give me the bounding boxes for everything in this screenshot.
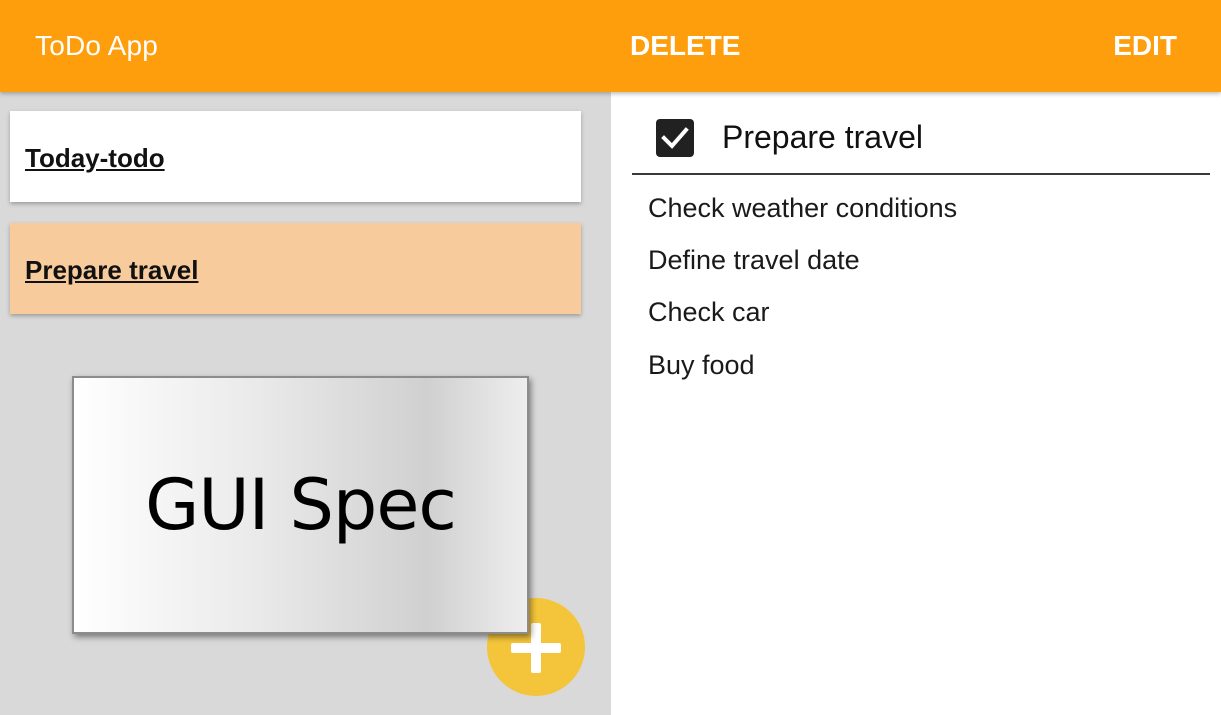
divider — [632, 173, 1210, 175]
checkmark-icon — [661, 127, 689, 149]
list-item-today-todo[interactable]: Today-todo — [10, 111, 581, 202]
todo-detail-panel: Prepare travel Check weather conditions … — [611, 92, 1221, 715]
task-item[interactable]: Buy food — [648, 350, 755, 381]
task-item[interactable]: Define travel date — [648, 245, 860, 276]
list-complete-checkbox[interactable] — [656, 119, 694, 157]
gui-spec-label: GUI Spec — [72, 376, 529, 634]
gui-spec-text: GUI Spec — [145, 464, 457, 546]
list-item-label: Today-todo — [25, 143, 165, 173]
delete-button[interactable]: DELETE — [630, 30, 740, 62]
task-item[interactable]: Check weather conditions — [648, 193, 957, 224]
app-bar: ToDo App DELETE EDIT — [0, 0, 1221, 92]
detail-title: Prepare travel — [722, 119, 923, 155]
task-item[interactable]: Check car — [648, 297, 770, 328]
list-item-prepare-travel[interactable]: Prepare travel — [10, 223, 581, 314]
edit-button[interactable]: EDIT — [1113, 30, 1177, 62]
list-item-label: Prepare travel — [25, 255, 199, 285]
app-title: ToDo App — [35, 30, 159, 61]
